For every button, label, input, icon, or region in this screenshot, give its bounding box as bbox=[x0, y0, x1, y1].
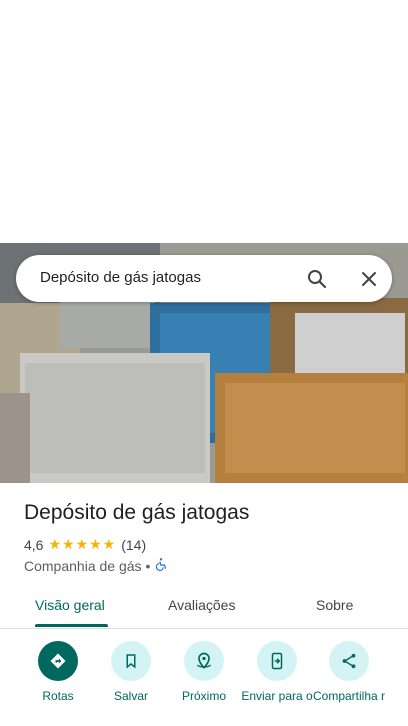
send-to-phone-label: Enviar para o bbox=[241, 689, 313, 703]
share-button[interactable]: Compartilha r bbox=[312, 641, 386, 703]
wheelchair-accessible-icon bbox=[154, 557, 168, 574]
directions-button[interactable]: Rotas bbox=[21, 641, 95, 703]
search-query[interactable]: Depósito de gás jatogas bbox=[40, 269, 201, 286]
category-row: Companhia de gás • bbox=[24, 557, 168, 574]
active-tab-indicator bbox=[35, 624, 108, 627]
rating-value: 4,6 bbox=[24, 536, 44, 553]
category-label: Companhia de gás bbox=[24, 557, 142, 574]
directions-icon bbox=[38, 641, 78, 681]
send-to-phone-icon bbox=[257, 641, 297, 681]
tab-bar: Visão geral Avaliações Sobre bbox=[0, 586, 408, 629]
separator: • bbox=[145, 557, 151, 574]
send-to-phone-button[interactable]: Enviar para o bbox=[240, 641, 314, 703]
tab-sobre[interactable]: Sobre bbox=[316, 597, 353, 613]
directions-label: Rotas bbox=[42, 689, 74, 703]
close-icon[interactable] bbox=[357, 267, 381, 291]
share-label: Compartilha r bbox=[312, 689, 386, 703]
bookmark-icon bbox=[111, 641, 151, 681]
nearby-label: Próximo bbox=[181, 689, 226, 703]
nearby-icon bbox=[184, 641, 224, 681]
star-rating: ★★★★★ bbox=[48, 536, 117, 552]
nearby-button[interactable]: Próximo bbox=[167, 641, 241, 703]
tab-visao-geral[interactable]: Visão geral bbox=[35, 597, 105, 613]
review-count: (14) bbox=[121, 536, 147, 553]
share-icon bbox=[329, 641, 369, 681]
tab-avaliacoes[interactable]: Avaliações bbox=[168, 597, 235, 613]
rating-row[interactable]: 4,6 ★★★★★ (14) bbox=[24, 536, 146, 553]
save-label: Salvar bbox=[113, 689, 148, 703]
search-icon[interactable] bbox=[305, 267, 329, 291]
search-bar[interactable]: Depósito de gás jatogas bbox=[16, 255, 392, 302]
save-button[interactable]: Salvar bbox=[94, 641, 168, 703]
place-title: Depósito de gás jatogas bbox=[24, 501, 250, 524]
